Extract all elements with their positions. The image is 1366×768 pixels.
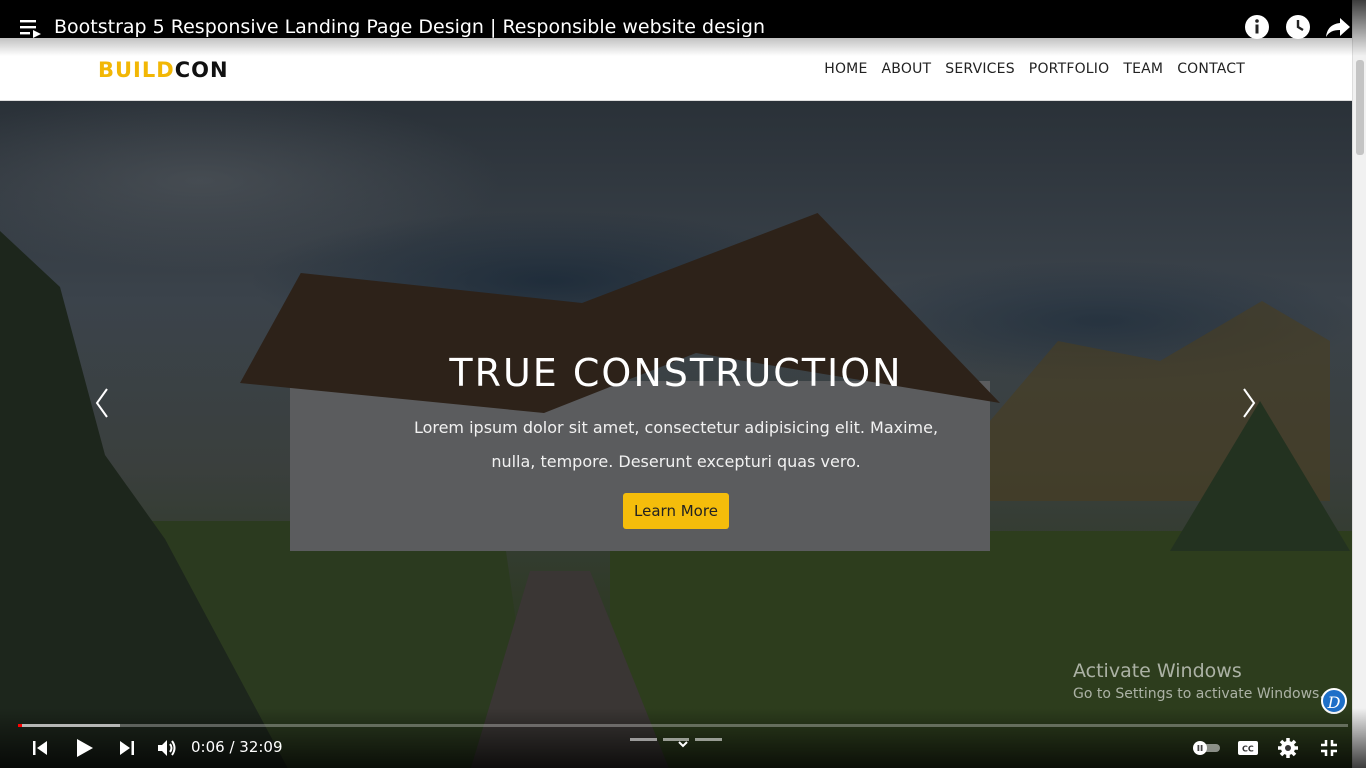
chapter-marker[interactable] <box>695 738 722 741</box>
video-title[interactable]: Bootstrap 5 Responsive Landing Page Desi… <box>54 16 765 38</box>
chevron-down-icon[interactable] <box>675 736 691 752</box>
nav-links: HOME ABOUT SERVICES PORTFOLIO TEAM CONTA… <box>824 61 1245 77</box>
autoplay-toggle-icon[interactable] <box>1190 736 1222 760</box>
time-display: 0:06 / 32:09 <box>191 738 283 756</box>
watermark-line1: Activate Windows <box>1073 660 1242 682</box>
playlist-icon[interactable] <box>20 17 42 39</box>
nav-services[interactable]: SERVICES <box>945 61 1015 77</box>
hero-caption: TRUE CONSTRUCTION Lorem ipsum dolor sit … <box>0 351 1352 529</box>
share-icon[interactable] <box>1325 14 1351 40</box>
info-icon[interactable] <box>1244 14 1270 40</box>
nav-contact[interactable]: CONTACT <box>1177 61 1245 77</box>
hero-title: TRUE CONSTRUCTION <box>449 351 903 395</box>
nav-about[interactable]: ABOUT <box>882 61 932 77</box>
windows-activation-watermark: Activate Windows Go to Settings to activ… <box>1073 660 1324 702</box>
progress-played <box>18 724 23 727</box>
next-icon[interactable] <box>115 736 139 760</box>
volume-icon[interactable] <box>155 736 179 760</box>
brand-part2: CON <box>174 58 229 82</box>
progress-buffer <box>18 724 121 727</box>
play-icon[interactable] <box>72 736 96 760</box>
captions-icon[interactable]: CC <box>1236 736 1260 760</box>
brand-logo[interactable]: BUILDCON <box>98 58 229 82</box>
hero-text: Lorem ipsum dolor sit amet, consectetur … <box>413 418 939 471</box>
page-scrollbar[interactable] <box>1352 0 1366 768</box>
progress-bar[interactable] <box>18 724 1348 727</box>
exit-fullscreen-icon[interactable] <box>1317 736 1341 760</box>
player-top-bar: Bootstrap 5 Responsive Landing Page Desi… <box>0 0 1366 56</box>
svg-text:CC: CC <box>1242 745 1254 754</box>
chapter-marker[interactable] <box>630 738 657 741</box>
nav-home[interactable]: HOME <box>824 61 867 77</box>
settings-icon[interactable] <box>1276 736 1300 760</box>
watch-later-icon[interactable] <box>1285 14 1311 40</box>
nav-portfolio[interactable]: PORTFOLIO <box>1029 61 1110 77</box>
brand-part1: BUILD <box>98 58 175 82</box>
website-frame: BUILDCON HOME ABOUT SERVICES PORTFOLIO T… <box>0 0 1352 768</box>
watermark-line2: Go to Settings to activate Windows. <box>1073 686 1324 702</box>
learn-more-button[interactable]: Learn More <box>623 493 729 529</box>
nav-team[interactable]: TEAM <box>1123 61 1163 77</box>
scrollbar-thumb[interactable] <box>1356 60 1364 155</box>
previous-icon[interactable] <box>28 736 52 760</box>
